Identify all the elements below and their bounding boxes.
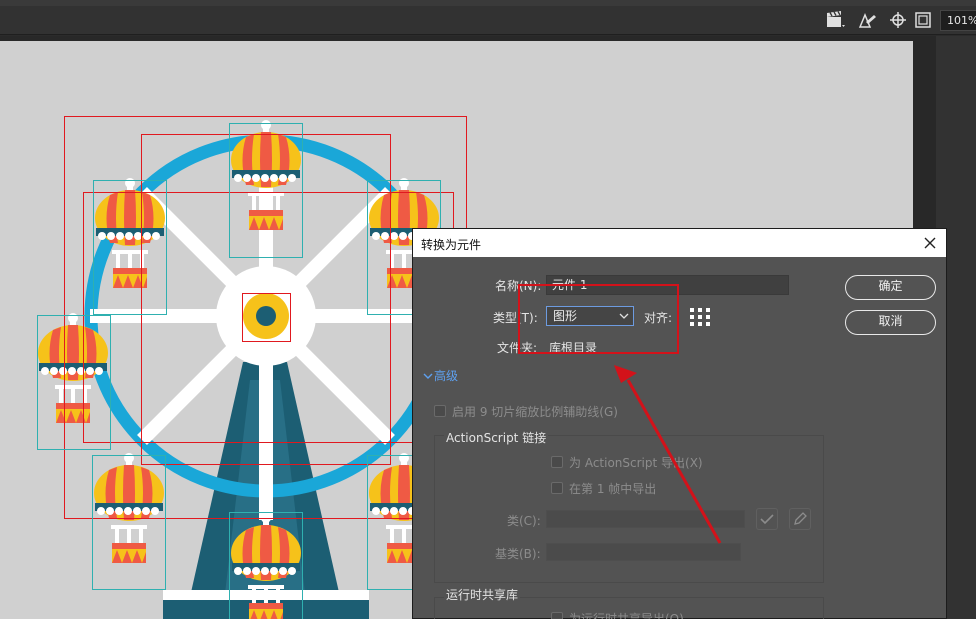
chevron-down-icon[interactable]	[423, 371, 433, 381]
nine-slice-label: 启用 9 切片缩放比例辅助线(G)	[452, 405, 618, 419]
close-icon[interactable]	[920, 233, 940, 253]
hub-center	[256, 306, 276, 326]
runtime-shared-title: 运行时共享库	[444, 586, 521, 603]
dialog-title-bar[interactable]: 转换为元件	[413, 229, 946, 257]
frame-icon[interactable]	[913, 11, 933, 29]
as-export-label: 为 ActionScript 导出(X)	[569, 456, 703, 470]
checkmark-icon	[760, 514, 774, 525]
runtime-export-checkbox[interactable]	[551, 612, 563, 619]
pen-edit-icon[interactable]	[857, 11, 877, 29]
cancel-button[interactable]: 取消	[845, 310, 936, 335]
advanced-toggle[interactable]: 高级	[434, 367, 458, 384]
registration-grid-icon[interactable]	[689, 307, 711, 327]
class-label: 类(C):	[507, 514, 541, 528]
edit-class-button[interactable]	[789, 508, 811, 530]
frame1-export-label: 在第 1 帧中导出	[569, 482, 657, 496]
frame1-export-checkbox[interactable]	[551, 482, 563, 494]
convert-to-symbol-dialog: 转换为元件 名称(N): 元件 1 类型(T): 图形 对齐: 文件夹: 库根目…	[412, 228, 947, 619]
annotation-highlight-box	[518, 284, 679, 354]
validate-class-button[interactable]	[756, 508, 778, 530]
actionscript-title: ActionScript 链接	[444, 429, 549, 446]
class-input[interactable]	[546, 510, 745, 528]
dialog-title: 转换为元件	[421, 238, 482, 252]
pencil-icon	[794, 512, 807, 525]
base-class-label: 基类(B):	[495, 547, 541, 561]
ok-button[interactable]: 确定	[845, 275, 936, 300]
crosshair-icon[interactable]	[888, 11, 908, 29]
as-export-checkbox[interactable]	[551, 456, 563, 468]
clapper-icon[interactable]	[826, 11, 846, 29]
base-class-input[interactable]	[546, 543, 741, 561]
nine-slice-checkbox[interactable]	[434, 405, 446, 417]
runtime-export-label: 为运行时共享导出(O)	[569, 612, 684, 619]
toolbar: 101%	[0, 6, 976, 35]
zoom-field[interactable]: 101%	[940, 10, 976, 31]
